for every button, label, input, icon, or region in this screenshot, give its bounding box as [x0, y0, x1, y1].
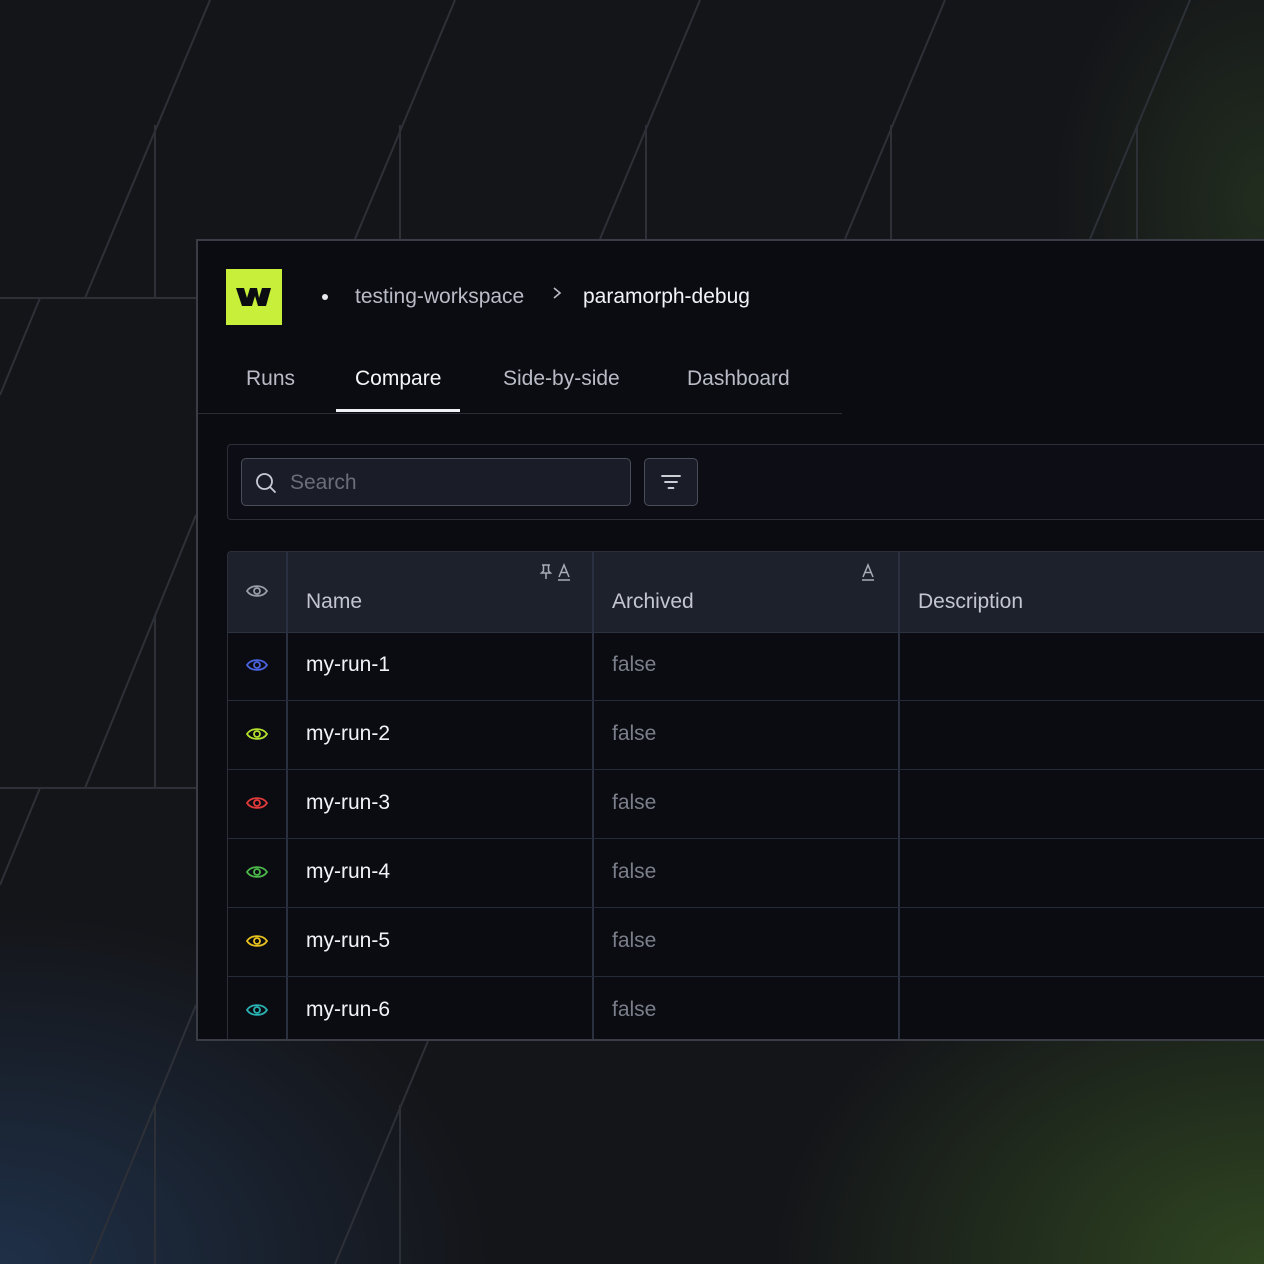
toolbar	[227, 444, 1264, 520]
tab-compare[interactable]: Compare	[355, 367, 441, 391]
column-header-name[interactable]: Name	[306, 590, 362, 614]
run-name[interactable]: my-run-5	[306, 929, 390, 953]
sort-alpha-icon[interactable]	[860, 562, 878, 584]
breadcrumb-project[interactable]: paramorph-debug	[583, 285, 750, 309]
column-header-archived[interactable]: Archived	[612, 590, 694, 614]
filter-icon	[661, 475, 681, 489]
breadcrumb-workspace[interactable]: testing-workspace	[355, 285, 524, 309]
table-row[interactable]: my-run-6 false	[228, 977, 1264, 1039]
app-window: testing-workspace paramorph-debug Runs C…	[196, 239, 1264, 1041]
visibility-eye-icon[interactable]	[245, 655, 269, 675]
active-tab-indicator	[336, 409, 460, 412]
archived-value: false	[612, 791, 657, 814]
tab-side-by-side[interactable]: Side-by-side	[503, 367, 620, 391]
pin-icon	[539, 564, 553, 579]
archived-value: false	[612, 929, 657, 952]
search-box[interactable]	[241, 458, 631, 507]
runs-table: Name Archived Description my-run-1 false m…	[227, 551, 1264, 1039]
tab-bar: Runs Compare Side-by-side Dashboard	[198, 363, 842, 414]
visibility-eye-icon[interactable]	[245, 931, 269, 951]
table-row[interactable]: my-run-4 false	[228, 839, 1264, 908]
run-name[interactable]: my-run-4	[306, 860, 390, 884]
archived-value: false	[612, 653, 657, 676]
table-row[interactable]: my-run-5 false	[228, 908, 1264, 977]
filter-button[interactable]	[644, 458, 698, 506]
run-name[interactable]: my-run-2	[306, 722, 390, 746]
visibility-eye-icon[interactable]	[245, 793, 269, 813]
column-header-description[interactable]: Description	[918, 590, 1023, 614]
sort-alpha-icon	[558, 563, 570, 581]
breadcrumb-dot-icon	[322, 294, 328, 300]
tab-dashboard[interactable]: Dashboard	[687, 367, 790, 391]
brand-logo[interactable]	[226, 269, 282, 325]
search-input[interactable]	[288, 459, 622, 507]
run-name[interactable]: my-run-1	[306, 653, 390, 677]
visibility-eye-icon[interactable]	[245, 724, 269, 744]
run-name[interactable]: my-run-6	[306, 998, 390, 1022]
chevron-right-icon	[553, 287, 562, 299]
archived-value: false	[612, 860, 657, 883]
table-row[interactable]: my-run-2 false	[228, 701, 1264, 770]
table-row[interactable]: my-run-3 false	[228, 770, 1264, 839]
archived-value: false	[612, 998, 657, 1021]
logo-mark-icon	[236, 288, 271, 306]
visibility-eye-icon[interactable]	[245, 582, 269, 600]
archived-value: false	[612, 722, 657, 745]
search-icon	[256, 473, 276, 493]
visibility-eye-icon[interactable]	[245, 1000, 269, 1020]
tab-runs[interactable]: Runs	[246, 367, 295, 391]
table-row[interactable]: my-run-1 false	[228, 632, 1264, 701]
visibility-eye-icon[interactable]	[245, 862, 269, 882]
table-header: Name Archived Description	[228, 552, 1264, 633]
run-name[interactable]: my-run-3	[306, 791, 390, 815]
pin-sort-icons[interactable]	[538, 562, 574, 584]
